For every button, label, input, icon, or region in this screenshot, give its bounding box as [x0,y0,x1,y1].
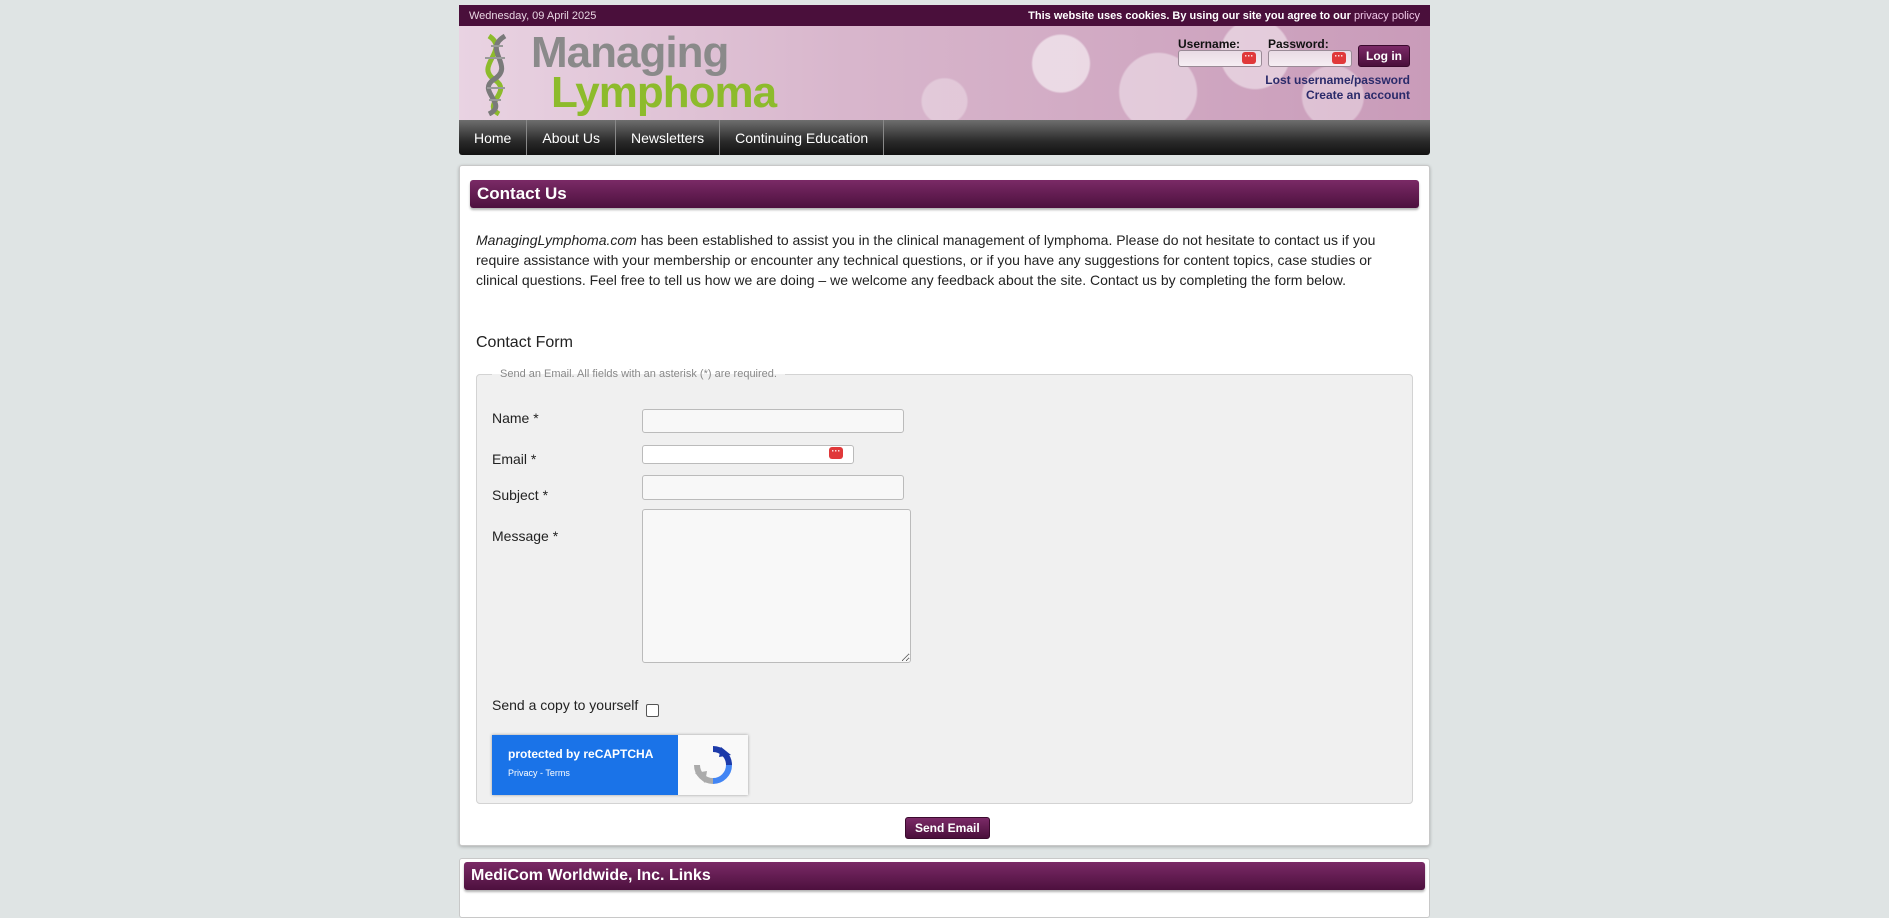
email-input[interactable] [642,445,854,464]
page-title: Contact Us [470,180,1419,208]
contact-fieldset: Send an Email. All fields with an asteri… [476,368,1413,839]
dna-helix-icon [485,33,507,116]
nav-item-newsletters[interactable]: Newsletters [616,120,721,155]
create-account-link[interactable]: Create an account [1178,88,1410,103]
copy-checkbox[interactable] [646,704,659,717]
send-email-button[interactable]: Send Email [905,817,990,839]
top-bar: Wednesday, 09 April 2025 This website us… [459,5,1430,26]
recaptcha-icon [694,746,732,784]
site-logo[interactable]: Managing Lymphoma [469,28,777,117]
intro-text: ManagingLymphoma.com has been establishe… [476,230,1413,290]
logo-word-lymphoma: Lymphoma [551,68,777,117]
recaptcha-label: protected by reCAPTCHA [508,747,654,761]
password-manager-icon[interactable]: ··· [829,447,843,459]
cookie-notice: This website uses cookies. By using our … [1028,10,1420,22]
recaptcha-logo [678,735,748,795]
intro-site-name: ManagingLymphoma.com [476,232,637,248]
nav-item-home[interactable]: Home [459,120,528,155]
login-form: Username: ··· Password: ··· Log in Lost … [1178,38,1410,103]
current-date: Wednesday, 09 April 2025 [469,9,597,22]
recaptcha-badge[interactable]: protected by reCAPTCHA Privacy - Terms [492,735,748,795]
nav-item-continuing-education[interactable]: Continuing Education [720,120,885,155]
message-textarea[interactable] [642,509,911,663]
form-title: Contact Form [476,334,573,351]
recaptcha-links[interactable]: Privacy - Terms [508,768,678,778]
lost-password-link[interactable]: Lost username/password [1178,73,1410,88]
copy-label: Send a copy to yourself [492,697,639,713]
password-manager-icon[interactable]: ··· [1332,52,1346,64]
links-panel-title: MediCom Worldwide, Inc. Links [464,862,1425,890]
login-button[interactable]: Log in [1358,45,1410,67]
form-legend: Send an Email. All fields with an asteri… [500,368,777,380]
main-nav: Home About Us Newsletters Continuing Edu… [459,120,1430,155]
subject-input[interactable] [642,475,904,500]
page-wrapper: Wednesday, 09 April 2025 This website us… [459,5,1430,918]
name-label: Name * [492,410,539,426]
password-manager-icon[interactable]: ··· [1242,52,1256,64]
nav-item-about-us[interactable]: About Us [527,120,616,155]
name-input[interactable] [642,409,904,433]
contact-panel: Contact Us ManagingLymphoma.com has been… [459,165,1430,846]
username-label: Username: [1178,37,1241,51]
recaptcha-text-area: protected by reCAPTCHA Privacy - Terms [492,735,678,795]
links-panel: MediCom Worldwide, Inc. Links [459,858,1430,918]
site-header: Managing Lymphoma Username: ··· Password… [459,26,1430,120]
cookie-text: This website uses cookies. By using our … [1028,9,1351,22]
privacy-policy-link[interactable]: privacy policy [1354,10,1420,22]
subject-label: Subject * [492,487,549,503]
password-label: Password: [1268,37,1329,51]
email-label: Email * [492,451,537,467]
message-label: Message * [492,528,559,544]
